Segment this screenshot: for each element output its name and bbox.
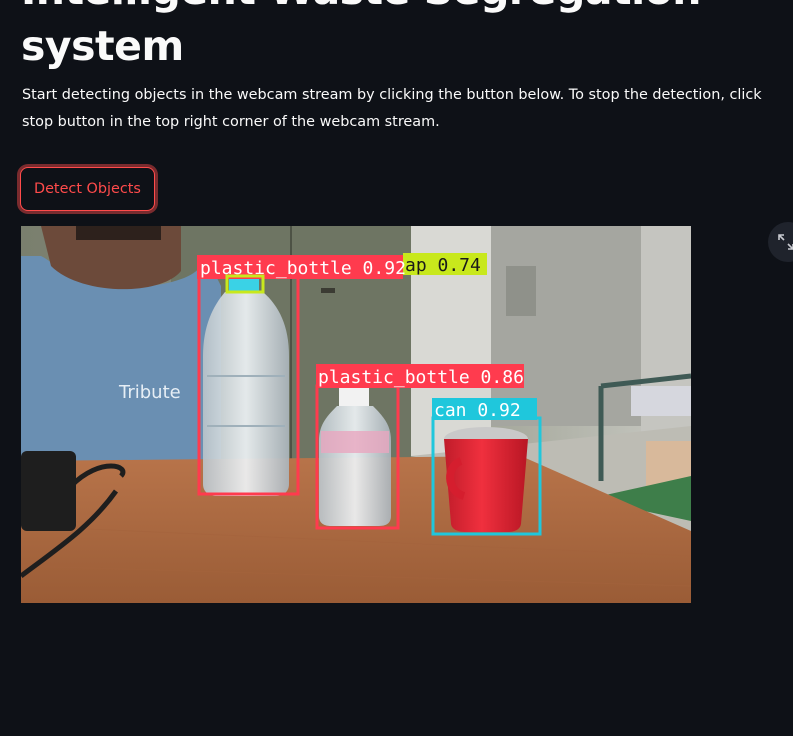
app-page: Intelligent Waste Segregation system Sta… [0,0,793,736]
detection-label-cap: ap 0.74 [405,255,481,276]
page-title-line-1: Intelligent Waste Segregation [21,0,701,18]
bottle-cap [229,278,259,292]
device [21,451,76,531]
detection-label-bottle-2: plastic_bottle 0.86 [318,367,524,388]
webcam-stream: Tribute plastic_bottle 0.92 ap 0.74 plas… [21,226,691,603]
mug [444,439,528,532]
page-title: Intelligent Waste Segregation system [21,0,701,74]
bottle-2 [319,406,391,526]
page-title-line-2: system [21,22,184,70]
page-description: Start detecting objects in the webcam st… [22,87,762,130]
shirt-print: Tribute [118,382,181,403]
expand-icon [778,234,793,250]
fullscreen-button[interactable] [768,222,793,262]
webcam-frame: Tribute plastic_bottle 0.92 ap 0.74 plas… [21,226,691,603]
bottle-1 [203,292,289,496]
bottle-2-cap [339,388,369,406]
detection-label-bottle-1: plastic_bottle 0.92 [200,258,406,279]
detect-objects-button[interactable]: Detect Objects [20,167,155,211]
detection-label-can: can 0.92 [434,400,521,421]
